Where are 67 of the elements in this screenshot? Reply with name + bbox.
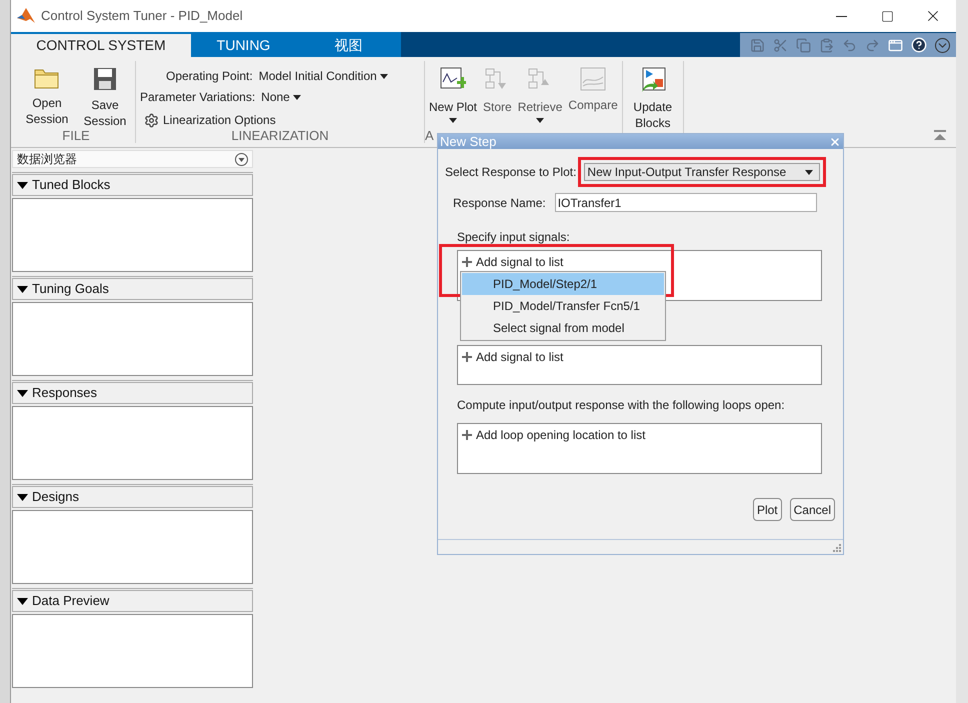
group-label: LINEARIZATION: [231, 129, 329, 143]
plus-icon: [462, 257, 472, 267]
linearization-options-button[interactable]: Linearization Options: [140, 111, 420, 129]
response-type-dropdown[interactable]: New Input-Output Transfer Response: [584, 163, 820, 181]
save-icon[interactable]: [750, 38, 765, 52]
field-label: Select Response to Plot:: [445, 164, 576, 181]
section-label: Specify input signals:: [456, 229, 571, 246]
group-label: FILE: [62, 129, 90, 143]
add-item-link[interactable]: Add signal to list: [476, 253, 564, 271]
ribbon-button[interactable]: Open Session: [19, 61, 75, 129]
field-label: Operating Point:: [166, 68, 253, 85]
cut-icon[interactable]: [773, 38, 788, 52]
folder-icon: [34, 67, 60, 89]
section-header[interactable]: Data Preview: [12, 590, 253, 612]
caret-icon: [536, 118, 544, 123]
window-title: Control System Tuner - PID_Model: [41, 7, 243, 26]
field-label: Response Name:: [453, 194, 546, 212]
add-item-link[interactable]: Add signal to list: [476, 348, 564, 366]
operating-point-dropdown[interactable]: Model Initial Condition: [258, 67, 388, 85]
section-header[interactable]: Tuning Goals: [12, 278, 253, 300]
section-label: Compute input/output response with the following loops open:: [456, 397, 786, 414]
ribbon-button[interactable]: New Plot: [427, 61, 480, 123]
browser-title: 数据浏览器: [17, 151, 77, 168]
section-header[interactable]: Designs: [12, 486, 253, 508]
response-name-field[interactable]: IOTransfer1: [554, 193, 817, 212]
dropdown-icon[interactable]: [935, 38, 950, 52]
plus-icon: [462, 352, 472, 362]
chart-icon: [580, 67, 606, 91]
ribbon-button[interactable]: Save Session: [77, 61, 133, 129]
collapse-ribbon-icon[interactable]: [934, 130, 946, 141]
ribbon-tab[interactable]: CONTROL SYSTEM: [11, 34, 191, 57]
dialog-button[interactable]: Cancel: [790, 498, 835, 521]
settings-icon: [144, 112, 159, 128]
expanded-triangle-icon: [17, 598, 28, 604]
help-icon[interactable]: [911, 37, 927, 53]
dialog-button[interactable]: Plot: [752, 498, 782, 521]
caret-icon: [805, 170, 814, 174]
add-item-link[interactable]: Add loop opening location to list: [476, 426, 646, 444]
expanded-triangle-icon: [17, 286, 28, 292]
parameter-variations-dropdown[interactable]: None: [261, 88, 301, 106]
group-label: A: [425, 129, 434, 143]
maximize-icon: [880, 10, 894, 22]
close-icon[interactable]: [829, 136, 841, 148]
field-label: Parameter Variations:: [140, 89, 256, 106]
caret-icon: [449, 118, 458, 123]
redo-icon[interactable]: [865, 38, 880, 52]
dropdown-icon[interactable]: [235, 152, 248, 166]
menu-item[interactable]: Select signal from model: [462, 317, 664, 339]
expanded-triangle-icon: [17, 494, 28, 500]
menu-item[interactable]: PID_Model/Transfer Fcn5/1: [462, 295, 664, 317]
block-update-icon: [640, 67, 666, 93]
resize-grip-icon[interactable]: [833, 544, 841, 552]
ribbon-button[interactable]: Update Blocks: [624, 61, 681, 131]
undo-icon[interactable]: [842, 38, 857, 52]
paste-icon[interactable]: [819, 38, 834, 52]
section-header[interactable]: Responses: [12, 382, 253, 404]
window-layout-icon[interactable]: [888, 38, 903, 52]
section-header[interactable]: Tuned Blocks: [12, 174, 253, 196]
menu-item[interactable]: PID_Model/Step2/1: [462, 273, 664, 295]
expanded-triangle-icon: [17, 182, 28, 188]
dialog-title: New Step: [440, 134, 496, 149]
copy-icon[interactable]: [796, 38, 811, 52]
app-logo-icon: [17, 8, 35, 24]
caret-icon: [292, 94, 301, 100]
expanded-triangle-icon: [17, 390, 28, 396]
plus-icon: [462, 430, 472, 440]
caret-icon: [380, 74, 388, 78]
